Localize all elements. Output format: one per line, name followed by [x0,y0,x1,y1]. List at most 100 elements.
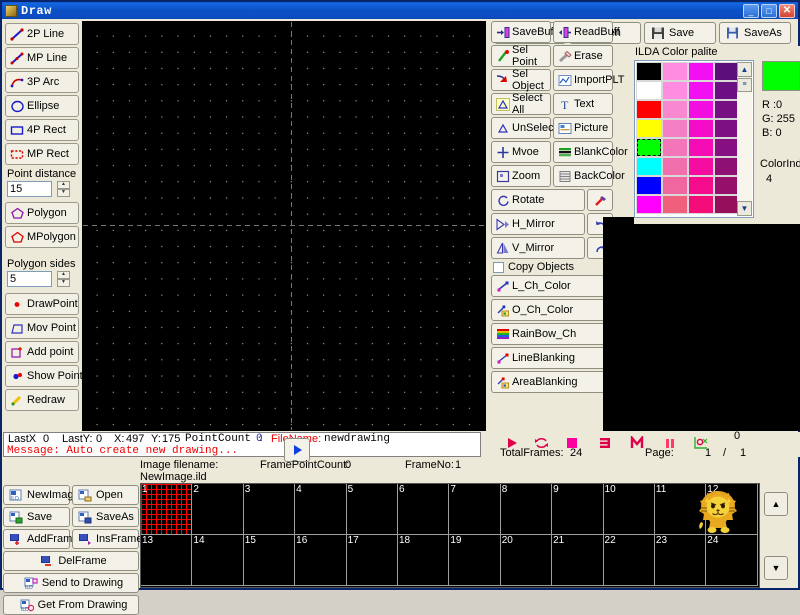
palette-grid[interactable] [635,61,741,217]
tool-ellipse[interactable]: Ellipse [5,95,79,117]
frame-cell-selected[interactable]: 1 [141,484,192,535]
point-distance-down[interactable]: ▼ [57,189,70,197]
palette-swatch[interactable] [636,100,662,119]
close-button[interactable]: ✕ [779,4,795,18]
readbuff-button[interactable]: ReadBuff [553,21,613,43]
frame-thumbnail-strip[interactable]: 1 2 3 4 5 6 7 8 9 10 11 12 13 14 15 16 1… [140,483,760,588]
polygon-sides-stepper[interactable]: ▲ ▼ [57,271,70,287]
tool-2p-line[interactable]: 2P Line [5,23,79,45]
add-frame-button[interactable]: AddFrame [3,529,70,549]
tool-add-point[interactable]: Add point [5,341,79,363]
get-from-drawing-button[interactable]: ILD Get From Drawing [3,595,139,615]
v-mirror-button[interactable]: V_Mirror [491,237,585,259]
frame-cell[interactable]: 2 [192,484,243,535]
select-all-button[interactable]: Select All [491,93,551,115]
erase-button[interactable]: Erase [553,45,613,67]
move-button[interactable]: Mvoe [491,141,551,163]
palette-swatch[interactable] [662,100,688,119]
eyedropper-button[interactable] [587,189,613,211]
frame-cell[interactable]: 20 [501,535,552,586]
frame-cell[interactable]: 13 [141,535,192,586]
saveas-button[interactable]: SaveAs [719,22,791,44]
m-icon[interactable] [627,434,647,452]
tool-draw-point[interactable]: DrawPoint [5,293,79,315]
palette-swatch[interactable] [662,176,688,195]
frame-cell[interactable]: 19 [449,535,500,586]
frame-cell[interactable]: 14 [192,535,243,586]
frame-cell[interactable]: 16 [295,535,346,586]
maximize-button[interactable]: □ [761,4,777,18]
palette-scroll-track[interactable] [737,92,752,201]
drawing-canvas[interactable] [82,21,486,431]
palette-scroll-down[interactable]: ▼ [737,201,752,216]
frame-strip-scroll-up[interactable]: ▲ [764,492,788,516]
tool-mpolygon[interactable]: MPolygon [5,226,79,248]
palette-swatch[interactable] [662,195,688,214]
tool-4p-rect[interactable]: 4P Rect [5,119,79,141]
frame-cell[interactable]: 5 [347,484,398,535]
copy-objects-checkbox[interactable]: Copy Objects [493,261,613,273]
text-button[interactable]: T Text [553,93,613,115]
o-ch-color-button[interactable]: O_Ch_Color [491,299,613,321]
frame-cell[interactable]: 18 [398,535,449,586]
palette-swatch[interactable] [636,195,662,214]
rotate-button[interactable]: Rotate [491,189,585,211]
palette-swatch[interactable] [636,119,662,138]
polygon-sides-down[interactable]: ▼ [57,279,70,287]
sel-object-button[interactable]: Sel Object [491,69,551,91]
saveas-image-button[interactable]: SaveAs [72,507,139,527]
h-mirror-button[interactable]: H_Mirror [491,213,585,235]
frame-cell[interactable]: 6 [398,484,449,535]
frame-cell[interactable]: 17 [347,535,398,586]
point-distance-up[interactable]: ▲ [57,181,70,189]
picture-button[interactable]: Picture [553,117,613,139]
frame-cell[interactable]: 24 [706,535,757,586]
preview-area[interactable] [603,217,800,431]
line-blanking-button[interactable]: LineBlanking [491,347,613,369]
palette-scroll-up[interactable]: ▲ [737,62,752,77]
palette-swatch[interactable] [688,195,714,214]
backcolor-button[interactable]: BackColor [553,165,613,187]
frame-cell[interactable]: 21 [552,535,603,586]
savebuff-button[interactable]: SaveBuff [491,21,551,43]
frame-cell[interactable]: 8 [501,484,552,535]
palette-swatch[interactable] [662,119,688,138]
frame-cell[interactable]: 23 [655,535,706,586]
tool-show-point[interactable]: Show Point [5,365,79,387]
area-blanking-button[interactable]: AreaBlanking [491,371,613,393]
tool-3p-arc[interactable]: 3P Arc [5,71,79,93]
frame-cell[interactable]: 7 [449,484,500,535]
palette-scrollbar[interactable]: ▲ ≡ ▼ [737,62,752,216]
copy-objects-box[interactable] [493,262,504,273]
polygon-sides-input[interactable]: 5 [7,271,52,287]
blankcolor-button[interactable]: BlankColor [553,141,613,163]
palette-swatch[interactable] [636,62,662,81]
palette-swatch[interactable] [688,119,714,138]
tool-mp-rect[interactable]: MP Rect [5,143,79,165]
palette-swatch-selected[interactable] [636,138,662,157]
polygon-sides-up[interactable]: ▲ [57,271,70,279]
frame-cell[interactable]: 3 [244,484,295,535]
palette-swatch[interactable] [688,157,714,176]
palette-swatch[interactable] [636,176,662,195]
palette-swatch[interactable] [688,138,714,157]
frame-strip-scroll-down[interactable]: ▼ [764,556,788,580]
rainbow-ch-button[interactable]: RainBow_Ch [491,323,613,345]
point-distance-stepper[interactable]: ▲ ▼ [57,181,70,197]
palette-swatch[interactable] [662,138,688,157]
tool-mov-point[interactable]: Mov Point [5,317,79,339]
palette-swatch[interactable] [636,81,662,100]
frame-cell[interactable]: 10 [604,484,655,535]
save-button[interactable]: Save [644,22,716,44]
palette-swatch[interactable] [688,100,714,119]
new-image-button[interactable]: ILD NewImage [3,485,70,505]
palette-swatch[interactable] [688,62,714,81]
palette-swatch[interactable] [662,157,688,176]
l-ch-color-button[interactable]: L_Ch_Color [491,275,613,297]
reverse-e-icon[interactable] [595,434,615,452]
send-to-drawing-button[interactable]: ILD Send to Drawing [3,573,139,593]
unselect-button[interactable]: UnSelect [491,117,551,139]
sel-point-button[interactable]: Sel Point [491,45,551,67]
open-image-button[interactable]: Open [72,485,139,505]
zoom-button[interactable]: Zoom [491,165,551,187]
